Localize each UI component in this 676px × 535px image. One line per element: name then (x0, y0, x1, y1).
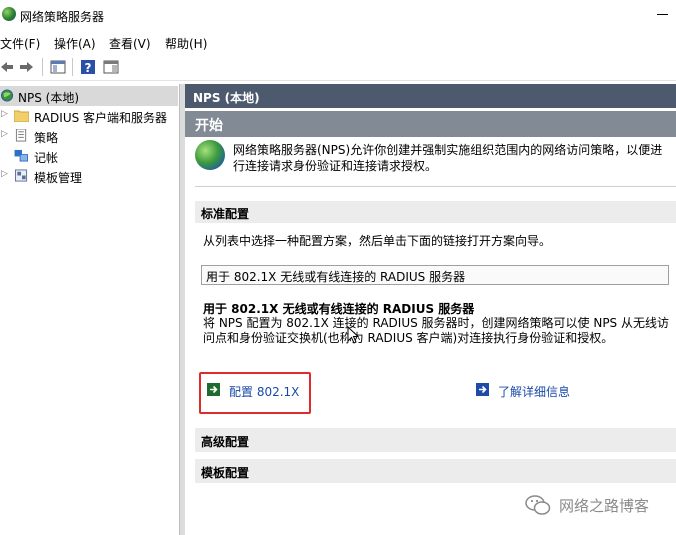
start-title: 开始 (195, 118, 223, 134)
learn-more-link[interactable]: 了解详细信息 (476, 382, 586, 399)
expand-arrow-icon[interactable]: ▷ (1, 109, 8, 119)
show-hide-tree-icon[interactable] (50, 59, 66, 75)
intro-text: 网络策略服务器(NPS)允许你创建并强制实施组织范围内的网络访问策略，以便进行连… (233, 143, 663, 173)
tree-item-label: 模板管理 (34, 171, 83, 185)
tree-item-label: RADIUS 客户端和服务器 (34, 111, 168, 125)
green-arrow-icon (207, 383, 220, 396)
toolbar-separator (72, 58, 73, 76)
start-section-header: 开始 (185, 111, 676, 137)
scenario-description: 将 NPS 配置为 802.1X 连接的 RADIUS 服务器时，创建网络策略可… (203, 316, 669, 345)
standard-config-desc: 从列表中选择一种配置方案，然后单击下面的链接打开方案向导。 (203, 234, 552, 248)
svg-text:?: ? (85, 61, 92, 75)
navigation-tree: NPS (本地) ▷ RADIUS 客户端和服务器 ▷ 策略 记帐 ▷ 模板管理 (0, 84, 178, 535)
configure-8021x-label: 配置 802.1X (229, 385, 300, 399)
watermark: 网络之路博客 (525, 494, 665, 516)
minimize-button[interactable] (657, 14, 668, 15)
forward-icon[interactable] (18, 59, 34, 75)
menu-bar: 文件(F) 操作(A) 查看(V) 帮助(H) (0, 32, 676, 52)
config-scenario-select[interactable]: 用于 802.1X 无线或有线连接的 RADIUS 服务器 ⌄ (201, 265, 669, 285)
divider-line (195, 186, 676, 187)
tree-root-label: NPS (本地) (18, 91, 80, 105)
learn-more-label: 了解详细信息 (498, 385, 571, 399)
content-header: NPS (本地) (185, 84, 676, 108)
tree-item-label: 策略 (34, 131, 59, 145)
standard-config-header[interactable]: 标准配置 (195, 201, 676, 223)
menu-file[interactable]: 文件(F) (0, 35, 40, 52)
mouse-cursor-icon (347, 326, 359, 344)
tree-item-templates[interactable]: ▷ 模板管理 (0, 166, 178, 186)
templates-icon (15, 169, 28, 182)
watermark-text: 网络之路博客 (559, 497, 650, 515)
tree-item-label: 记帐 (34, 151, 59, 165)
blue-arrow-icon (476, 383, 489, 396)
properties-icon[interactable] (103, 59, 119, 75)
tree-item-policies[interactable]: ▷ 策略 (0, 126, 178, 146)
nps-globe-icon (1, 89, 14, 102)
nps-globe-icon (195, 140, 225, 170)
menu-action[interactable]: 操作(A) (54, 35, 96, 52)
scenario-title: 用于 802.1X 无线或有线连接的 RADIUS 服务器 (203, 302, 475, 316)
folder-icon (14, 110, 29, 122)
menu-help[interactable]: 帮助(H) (165, 35, 207, 52)
toolbar-separator (42, 58, 43, 76)
back-icon[interactable] (0, 59, 14, 75)
tree-item-radius-clients[interactable]: ▷ RADIUS 客户端和服务器 (0, 106, 178, 126)
window-title: 网络策略服务器 (20, 10, 105, 24)
policy-icon (15, 129, 27, 142)
nps-app-icon (2, 7, 16, 21)
help-icon[interactable]: ? (80, 59, 96, 75)
tree-root-nps[interactable]: NPS (本地) (0, 86, 178, 106)
content-pane: NPS (本地) 开始 网络策略服务器(NPS)允许你创建并强制实施组织范围内的… (185, 84, 676, 535)
configure-8021x-link[interactable]: 配置 802.1X (207, 382, 303, 399)
menu-view[interactable]: 查看(V) (109, 35, 151, 52)
template-config-title: 模板配置 (201, 466, 250, 480)
tree-item-accounting[interactable]: 记帐 (0, 146, 178, 166)
title-bar: 网络策略服务器 (0, 0, 676, 30)
content-header-title: NPS (本地) (193, 91, 260, 105)
toolbar: ? (0, 54, 676, 81)
template-config-header[interactable]: 模板配置 (195, 459, 676, 483)
accounting-icon (14, 149, 28, 162)
standard-config-title: 标准配置 (201, 207, 250, 221)
advanced-config-title: 高级配置 (201, 435, 250, 449)
advanced-config-header[interactable]: 高级配置 (195, 428, 676, 452)
expand-arrow-icon[interactable]: ▷ (1, 129, 8, 139)
chevron-down-icon: ⌄ (206, 267, 216, 280)
wechat-icon (525, 495, 551, 515)
expand-arrow-icon[interactable]: ▷ (1, 169, 8, 179)
